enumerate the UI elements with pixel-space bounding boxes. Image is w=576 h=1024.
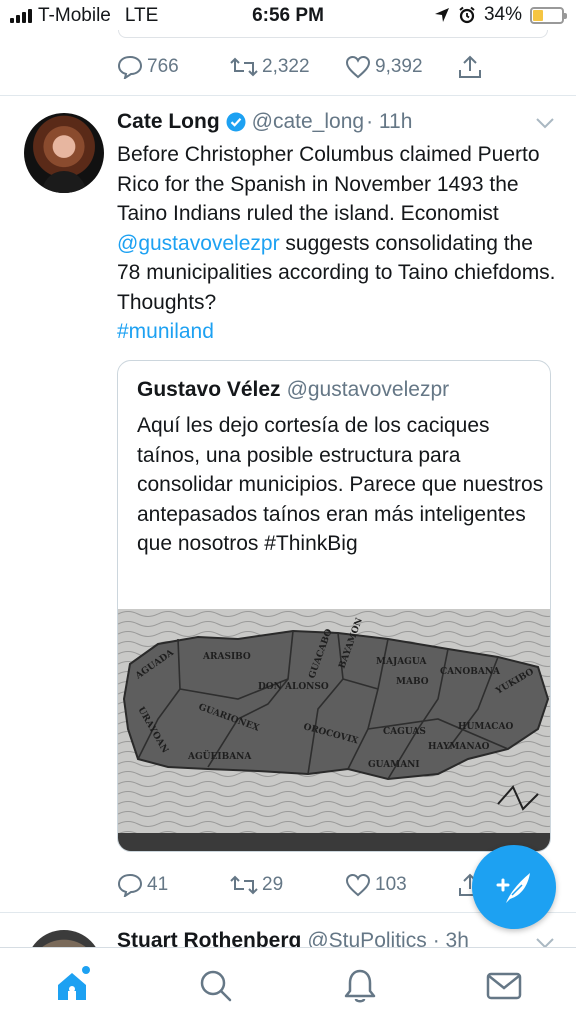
previous-tweet-actions: 766 2,322 9,392 — [117, 54, 483, 80]
like-button[interactable]: 103 — [345, 873, 457, 897]
chevron-down-icon[interactable] — [535, 116, 555, 130]
taino-chiefdoms-map-image[interactable]: ARASIBO AGUADA DON ALONSO GUARIONEX GUAC… — [118, 609, 551, 852]
quote-author-name: Gustavo Vélez — [137, 378, 281, 401]
messages-envelope-icon — [486, 972, 522, 1000]
location-arrow-icon — [434, 8, 449, 22]
svg-text:CANOBANA: CANOBANA — [440, 667, 501, 677]
hashtag-link[interactable]: #muniland — [117, 320, 214, 343]
tweet-time: · 11h — [366, 110, 413, 133]
quote-text: Aquí les dejo cortesía de los caciques t… — [137, 414, 544, 556]
heart-icon — [345, 55, 371, 79]
tweet-text-body: Before Christopher Columbus claimed Puer… — [117, 143, 540, 225]
quote-author-handle: @gustavovelezpr — [286, 378, 450, 401]
tweet-author-name[interactable]: Cate Long — [117, 110, 220, 134]
reply-count: 766 — [147, 56, 179, 77]
search-icon — [200, 970, 232, 1002]
notifications-bell-icon — [344, 969, 376, 1003]
heart-icon — [345, 873, 371, 897]
new-content-dot — [82, 966, 90, 974]
svg-text:ARASIBO: ARASIBO — [202, 652, 251, 662]
like-count: 9,392 — [375, 56, 423, 77]
reply-icon — [117, 873, 143, 897]
tab-messages[interactable] — [484, 966, 524, 1006]
retweet-icon — [230, 875, 258, 895]
tweet-header: Cate Long @cate_long · 11h — [117, 110, 412, 134]
retweet-count: 2,322 — [262, 56, 310, 77]
svg-text:DON ALONSO: DON ALONSO — [258, 682, 329, 692]
status-bar: T-Mobile LTE 6:56 PM 34% — [0, 0, 576, 32]
tab-notifications[interactable] — [340, 966, 380, 1006]
alarm-clock-icon — [459, 6, 475, 24]
tweet-author-handle[interactable]: @cate_long — [252, 110, 364, 134]
reply-count: 41 — [147, 874, 169, 895]
battery-percent: 34% — [483, 4, 522, 25]
tweet-actions: 41 29 103 — [117, 872, 483, 898]
battery-icon — [530, 6, 567, 24]
share-icon — [459, 55, 481, 78]
reply-icon — [117, 55, 143, 79]
previous-quote-card-edge — [118, 30, 548, 38]
reply-button[interactable]: 766 — [117, 55, 230, 79]
tab-home[interactable] — [52, 966, 92, 1006]
tweet-text: Before Christopher Columbus claimed Puer… — [117, 140, 562, 347]
quote-tweet-card[interactable]: Gustavo Vélez @gustavovelezpr Aquí les de… — [117, 360, 551, 852]
tab-search[interactable] — [196, 966, 236, 1006]
reply-button[interactable]: 41 — [117, 873, 230, 897]
avatar[interactable] — [24, 113, 104, 193]
svg-text:HAYMANAO: HAYMANAO — [428, 742, 490, 752]
retweet-button[interactable]: 2,322 — [230, 56, 345, 78]
verified-badge-icon — [226, 112, 246, 132]
retweet-icon — [230, 57, 258, 77]
retweet-button[interactable]: 29 — [230, 874, 345, 896]
quote-header: Gustavo Vélez @gustavovelezpr — [137, 378, 449, 402]
compose-feather-icon — [496, 873, 530, 903]
svg-text:CAGUAS: CAGUAS — [383, 727, 426, 737]
svg-text:MAJAGUA: MAJAGUA — [376, 657, 427, 667]
battery-fill — [533, 9, 543, 21]
like-count: 103 — [375, 874, 407, 895]
tab-bar — [0, 947, 576, 1024]
like-button[interactable]: 9,392 — [345, 55, 457, 79]
mention-link[interactable]: @gustavovelezpr — [117, 232, 280, 255]
status-right: 34% — [434, 4, 567, 26]
share-button[interactable] — [457, 54, 483, 80]
divider — [0, 95, 576, 96]
compose-tweet-button[interactable] — [472, 845, 556, 929]
svg-text:HUMACAO: HUMACAO — [458, 722, 513, 732]
retweet-count: 29 — [262, 874, 284, 895]
svg-text:MABO: MABO — [396, 677, 429, 687]
svg-text:GUAMANI: GUAMANI — [368, 760, 420, 770]
